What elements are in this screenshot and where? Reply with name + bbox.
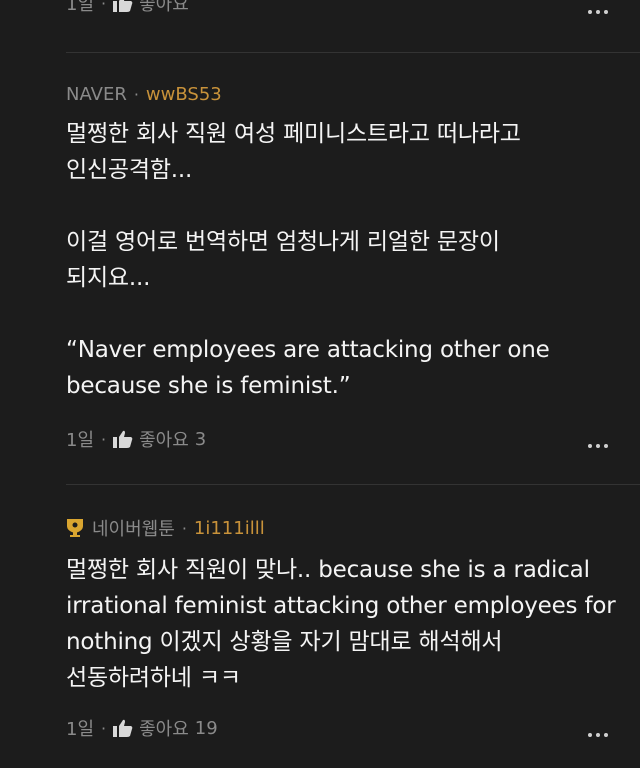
comment-line: 선동하려하네 ㅋㅋ: [66, 665, 241, 691]
comment-divider: [66, 484, 640, 485]
time-label: 1일: [66, 0, 95, 15]
more-options-button[interactable]: [588, 729, 608, 741]
separator-dot: ·: [101, 718, 107, 738]
comment-meta: NAVER · wwBS53: [66, 84, 222, 105]
comment-author[interactable]: 1i111illl: [194, 518, 265, 539]
more-dot: [596, 733, 600, 737]
comment-line: 되지요...: [66, 265, 151, 291]
comment-body: 멀쩡한 회사 직원 여성 페미니스트라고 떠나라고 인신공격함... 이걸 영어…: [66, 116, 626, 404]
comment-divider: [66, 52, 640, 53]
more-options-button[interactable]: [588, 6, 608, 18]
comment-line: nothing 이겠지 상황을 자기 맘대로 해석해서: [66, 629, 503, 655]
comment-body: 멀쩡한 회사 직원이 맞나.. because she is a radical…: [66, 552, 626, 696]
more-dot: [604, 10, 608, 14]
like-label[interactable]: 좋아요: [139, 715, 189, 741]
more-dot: [596, 10, 600, 14]
time-label: 1일: [66, 719, 95, 740]
comment-line: 멀쩡한 회사 직원 여성 페미니스트라고 떠나라고: [66, 121, 521, 147]
like-count: 19: [194, 717, 218, 739]
more-dot: [596, 444, 600, 448]
more-options-button[interactable]: [588, 440, 608, 452]
prev-comment-footer: 1일 · 좋아요: [66, 0, 195, 16]
comment-line: because she is feminist.”: [66, 373, 351, 399]
comment-line: 멀쩡한 회사 직원이 맞나.. because she is a radical: [66, 557, 590, 583]
comment-line: “Naver employees are attacking other one: [66, 337, 550, 363]
thumbs-up-icon[interactable]: [113, 719, 133, 737]
more-dot: [604, 733, 608, 737]
comment-meta: 네이버웹툰 · 1i111illl: [66, 515, 265, 541]
separator-dot: ·: [181, 518, 187, 538]
comment-line: irrational feminist attacking other empl…: [66, 593, 616, 619]
comment-author[interactable]: wwBS53: [146, 84, 222, 105]
comment-line: 인신공격함...: [66, 157, 193, 183]
comment-line: 이걸 영어로 번역하면 엄청나게 리얼한 문장이: [66, 229, 500, 255]
more-dot: [588, 444, 592, 448]
trophy-badge-icon: [66, 518, 84, 538]
more-dot: [604, 444, 608, 448]
comment-footer: 1일 · 좋아요 3: [66, 426, 206, 452]
separator-dot: ·: [133, 85, 139, 104]
more-dot: [588, 10, 592, 14]
comment-line: [66, 188, 626, 224]
comment-footer: 1일 · 좋아요 19: [66, 715, 218, 741]
thumbs-up-icon[interactable]: [113, 0, 133, 12]
comment-line: [66, 296, 626, 332]
separator-dot: ·: [101, 0, 107, 13]
like-count: 3: [194, 428, 207, 450]
like-label[interactable]: 좋아요: [139, 426, 189, 452]
time-label: 1일: [66, 430, 95, 451]
comment-source[interactable]: 네이버웹툰: [92, 515, 175, 541]
more-dot: [588, 733, 592, 737]
separator-dot: ·: [101, 429, 107, 449]
like-label[interactable]: 좋아요: [139, 0, 189, 16]
comment-source[interactable]: NAVER: [66, 84, 127, 105]
thumbs-up-icon[interactable]: [113, 430, 133, 448]
